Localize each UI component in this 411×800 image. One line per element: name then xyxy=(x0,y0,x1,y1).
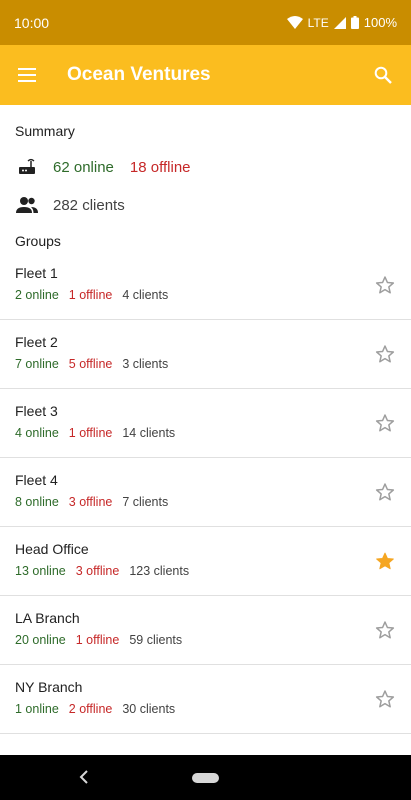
group-name: Fleet 4 xyxy=(15,472,58,488)
wifi-icon xyxy=(286,16,303,29)
group-online: 4 online xyxy=(15,426,59,440)
group-clients: 30 clients xyxy=(122,702,176,716)
group-clients: 7 clients xyxy=(122,495,169,509)
group-online: 2 online xyxy=(15,288,59,302)
router-icon xyxy=(15,155,39,179)
search-icon[interactable] xyxy=(355,45,411,105)
group-stats: 8 online 3 offline 7 clients xyxy=(15,495,168,509)
back-icon[interactable] xyxy=(76,767,92,787)
menu-icon[interactable] xyxy=(0,45,54,105)
group-stats: 2 online 1 offline 4 clients xyxy=(15,288,168,302)
star-outline-icon[interactable] xyxy=(374,274,396,296)
status-time: 10:00 xyxy=(14,14,50,31)
group-clients: 59 clients xyxy=(129,633,183,647)
group-offline: 2 offline xyxy=(68,702,113,716)
star-filled-icon[interactable] xyxy=(374,550,396,572)
home-pill-icon[interactable] xyxy=(192,772,219,783)
group-stats: 20 online 1 offline 59 clients xyxy=(15,633,182,647)
group-online: 7 online xyxy=(15,357,59,371)
group-offline: 1 offline xyxy=(68,288,113,302)
group-stats: 13 online 3 offline 123 clients xyxy=(15,564,189,578)
group-offline: 3 offline xyxy=(68,495,113,509)
star-outline-icon[interactable] xyxy=(374,619,396,641)
group-item-fleet-1[interactable]: Fleet 1 2 online 1 offline 4 clients xyxy=(0,251,411,320)
group-stats: 1 online 2 offline 30 clients xyxy=(15,702,175,716)
summary-online: 62 online xyxy=(53,158,114,176)
groups-header: Groups xyxy=(15,233,61,249)
group-item-fleet-3[interactable]: Fleet 3 4 online 1 offline 14 clients xyxy=(0,389,411,458)
summary-clients: 282 clients xyxy=(53,196,125,214)
group-online: 8 online xyxy=(15,495,59,509)
summary-header: Summary xyxy=(15,123,75,139)
group-offline: 5 offline xyxy=(68,357,113,371)
group-stats: 4 online 1 offline 14 clients xyxy=(15,426,175,440)
system-nav-bar xyxy=(0,755,411,800)
group-clients: 123 clients xyxy=(129,564,190,578)
group-offline: 1 offline xyxy=(68,426,113,440)
group-online: 1 online xyxy=(15,702,59,716)
signal-icon xyxy=(333,16,346,29)
group-offline: 3 offline xyxy=(75,564,120,578)
group-name: Fleet 1 xyxy=(15,265,58,281)
group-clients: 3 clients xyxy=(122,357,169,371)
group-name: Head Office xyxy=(15,541,89,557)
battery-icon xyxy=(350,16,359,29)
group-clients: 14 clients xyxy=(122,426,176,440)
network-type: LTE xyxy=(307,15,329,30)
group-offline: 1 offline xyxy=(75,633,120,647)
status-icons: LTE 100% xyxy=(286,15,397,30)
group-item-head-office[interactable]: Head Office 13 online 3 offline 123 clie… xyxy=(0,527,411,596)
summary-clients-row: 282 clients xyxy=(15,193,125,217)
summary-devices-row: 62 online 18 offline xyxy=(15,155,191,179)
app-title: Ocean Ventures xyxy=(67,64,211,85)
star-outline-icon[interactable] xyxy=(374,412,396,434)
content-list[interactable]: Summary 62 online 18 offline 282 clients… xyxy=(0,105,411,755)
group-clients: 4 clients xyxy=(122,288,169,302)
group-online: 13 online xyxy=(15,564,66,578)
people-icon xyxy=(15,193,39,217)
group-online: 20 online xyxy=(15,633,66,647)
app-bar: Ocean Ventures xyxy=(0,45,411,105)
group-item-la-branch[interactable]: LA Branch 20 online 1 offline 59 clients xyxy=(0,596,411,665)
group-name: LA Branch xyxy=(15,610,80,626)
group-item-fleet-4[interactable]: Fleet 4 8 online 3 offline 7 clients xyxy=(0,458,411,527)
summary-offline: 18 offline xyxy=(129,158,191,176)
group-item-ny-branch[interactable]: NY Branch 1 online 2 offline 30 clients xyxy=(0,665,411,734)
group-name: NY Branch xyxy=(15,679,83,695)
status-bar: 10:00 LTE 100% xyxy=(0,0,411,45)
group-item-fleet-2[interactable]: Fleet 2 7 online 5 offline 3 clients xyxy=(0,320,411,389)
star-outline-icon[interactable] xyxy=(374,481,396,503)
battery-percent: 100% xyxy=(363,15,397,30)
group-name: Fleet 3 xyxy=(15,403,58,419)
group-stats: 7 online 5 offline 3 clients xyxy=(15,357,168,371)
star-outline-icon[interactable] xyxy=(374,343,396,365)
star-outline-icon[interactable] xyxy=(374,688,396,710)
group-name: Fleet 2 xyxy=(15,334,58,350)
